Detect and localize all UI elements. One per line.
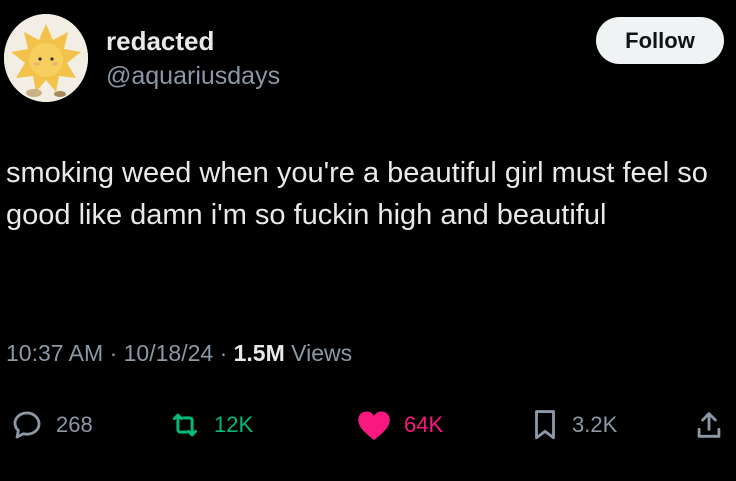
action-bar: 268 12K 64K 3.2K <box>0 400 736 450</box>
share-icon <box>697 412 721 438</box>
bookmark-icon <box>535 410 555 440</box>
avatar[interactable] <box>4 14 88 102</box>
views-count: 1.5M <box>233 340 285 366</box>
reply-icon <box>13 411 41 439</box>
views-label: Views <box>291 340 353 366</box>
reply-count: 268 <box>56 412 93 437</box>
meta-separator: · <box>109 340 118 366</box>
user-handle[interactable]: @aquariusdays <box>106 62 280 91</box>
sun-plush-icon <box>4 14 88 102</box>
meta-separator: · <box>219 340 228 366</box>
bookmark-count: 3.2K <box>572 412 618 437</box>
like-button[interactable]: 64K <box>356 400 443 450</box>
repost-count: 12K <box>214 412 254 437</box>
reply-button[interactable]: 268 <box>10 400 93 450</box>
like-count: 64K <box>404 412 444 437</box>
display-name[interactable]: redacted <box>106 26 214 57</box>
tweet-date[interactable]: 10/18/24 <box>124 340 214 366</box>
tweet-card: redacted @aquariusdays Follow smoking we… <box>0 0 736 481</box>
repost-icon <box>172 413 198 437</box>
tweet-meta: 10:37 AM · 10/18/24 · 1.5M Views <box>6 340 352 367</box>
follow-button[interactable]: Follow <box>596 17 724 64</box>
tweet-text: smoking weed when you're a beautiful gir… <box>6 157 708 231</box>
share-button[interactable] <box>694 400 724 450</box>
bookmark-button[interactable]: 3.2K <box>530 400 617 450</box>
repost-button[interactable]: 12K <box>168 400 253 450</box>
tweet-time[interactable]: 10:37 AM <box>6 340 103 366</box>
heart-icon <box>358 411 390 440</box>
